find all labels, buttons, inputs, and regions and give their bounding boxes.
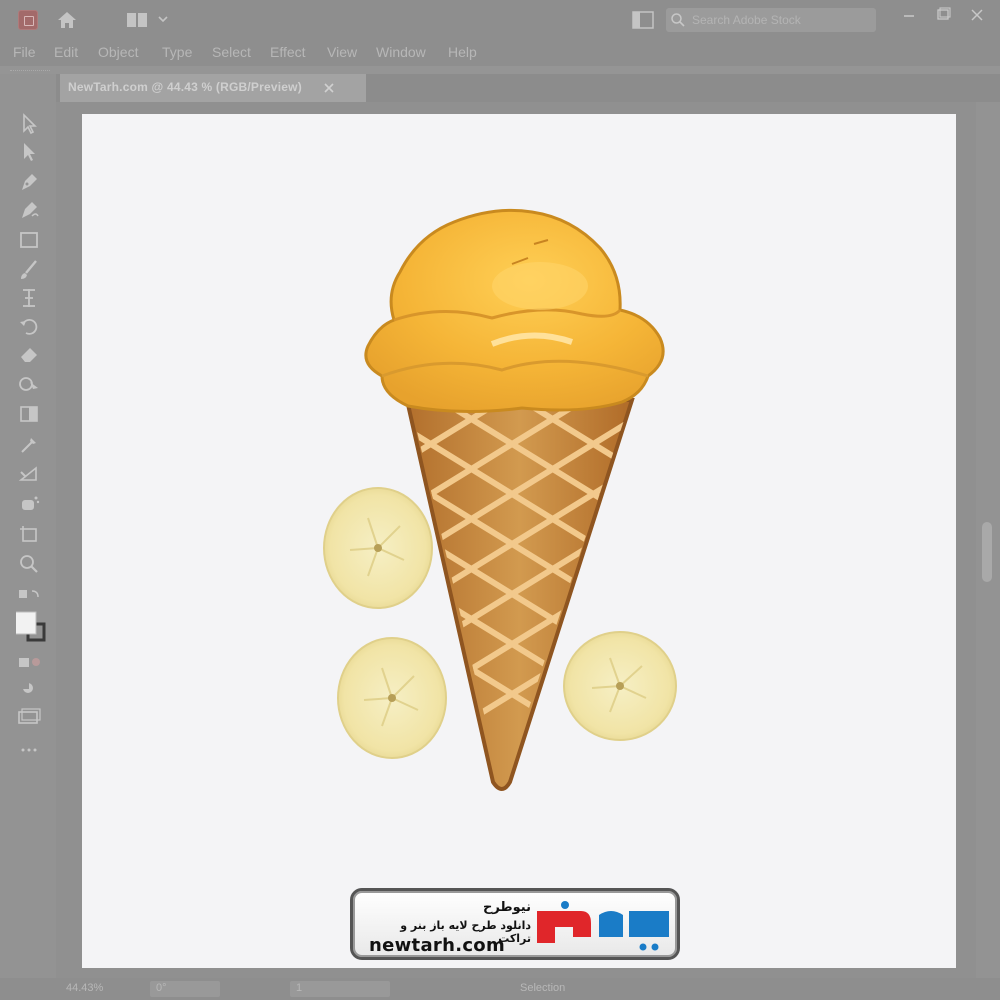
width-tool-icon[interactable] <box>16 286 42 310</box>
scrollbar-thumb[interactable] <box>982 522 992 582</box>
home-icon[interactable] <box>55 8 79 32</box>
selection-tool-icon[interactable] <box>16 112 42 136</box>
curvature-tool-icon[interactable] <box>16 198 42 222</box>
eyedropper-tool-icon[interactable] <box>16 432 42 456</box>
menu-file[interactable]: File <box>13 44 36 60</box>
document-tab-bar: NewTarh.com @ 44.43 % (RGB/Preview) <box>56 74 1000 102</box>
search-icon <box>671 13 685 27</box>
artboard-field[interactable] <box>290 981 390 997</box>
newtarh-logo-badge: نیوطرح دانلود طرح لایه باز بنر و تراکت n… <box>350 888 680 960</box>
control-bar <box>0 66 1000 74</box>
vertical-scrollbar[interactable] <box>976 102 1000 978</box>
eraser-tool-icon[interactable] <box>16 342 42 366</box>
draw-mode-icon[interactable] <box>16 676 42 700</box>
swap-colors-icon[interactable] <box>16 586 42 610</box>
status-bar: 44.43% 0° 1 Selection <box>0 978 1000 1000</box>
blend-tool-icon[interactable] <box>16 462 42 486</box>
menu-type[interactable]: Type <box>162 44 192 60</box>
pen-tool-icon[interactable] <box>16 170 42 194</box>
more-tools-icon[interactable] <box>16 738 42 762</box>
badge-url: newtarh.com <box>369 935 506 956</box>
menu-view[interactable]: View <box>327 44 357 60</box>
stock-search-box[interactable] <box>666 8 876 32</box>
tools-panel <box>0 102 56 978</box>
shape-builder-tool-icon[interactable] <box>16 372 42 396</box>
tab-close-icon[interactable] <box>322 81 336 95</box>
canvas-area[interactable]: نیوطرح دانلود طرح لایه باز بنر و تراکت n… <box>56 102 1000 978</box>
badge-title: نیوطرح <box>482 900 531 915</box>
direct-selection-tool-icon[interactable] <box>16 140 42 164</box>
banana-slice <box>563 631 677 741</box>
workspace-icon[interactable] <box>126 12 148 28</box>
zoom-tool-icon[interactable] <box>16 552 42 576</box>
arrange-documents-icon[interactable] <box>632 11 654 29</box>
artboard-number: 1 <box>296 982 303 994</box>
gradient-tool-icon[interactable] <box>16 402 42 426</box>
menu-bar: File Edit Object Type Select Effect View… <box>0 40 1000 66</box>
app-bar <box>0 0 1000 40</box>
document-tab-title: NewTarh.com @ 44.43 % (RGB/Preview) <box>68 80 302 94</box>
artboard[interactable]: نیوطرح دانلود طرح لایه باز بنر و تراکت n… <box>82 114 956 968</box>
rotate-tool-icon[interactable] <box>16 314 42 338</box>
close-icon[interactable] <box>964 6 990 24</box>
fill-stroke-swatch[interactable] <box>13 610 46 642</box>
color-mode-icon[interactable] <box>16 650 42 674</box>
menu-select[interactable]: Select <box>212 44 251 60</box>
minimize-icon[interactable] <box>896 6 922 24</box>
restore-icon[interactable] <box>930 6 956 24</box>
ice-cream-scoop <box>364 208 665 414</box>
illustrator-logo-icon <box>18 10 38 30</box>
brush-tool-icon[interactable] <box>16 258 42 282</box>
tool-mode: Selection <box>520 982 566 994</box>
ice-cream-artwork[interactable] <box>82 114 956 968</box>
banana-slice <box>337 637 447 759</box>
search-input[interactable] <box>692 11 872 29</box>
symbol-sprayer-tool-icon[interactable] <box>16 492 42 516</box>
menu-object[interactable]: Object <box>98 44 138 60</box>
banana-slice <box>323 487 433 609</box>
menu-window[interactable]: Window <box>376 44 426 60</box>
rectangle-tool-icon[interactable] <box>16 228 42 252</box>
rotation-value: 0° <box>156 982 167 994</box>
illustrator-window: File Edit Object Type Select Effect View… <box>0 0 1000 1000</box>
document-tab[interactable]: NewTarh.com @ 44.43 % (RGB/Preview) <box>60 74 366 102</box>
menu-edit[interactable]: Edit <box>54 44 78 60</box>
zoom-level[interactable]: 44.43% <box>66 982 103 994</box>
screen-mode-icon[interactable] <box>16 704 42 728</box>
menu-effect[interactable]: Effect <box>270 44 306 60</box>
panel-grip[interactable] <box>10 70 50 72</box>
menu-help[interactable]: Help <box>448 44 477 60</box>
chevron-down-icon[interactable] <box>156 12 170 26</box>
artboard-tool-icon[interactable] <box>16 522 42 546</box>
newtarh-logo-icon <box>537 901 669 951</box>
